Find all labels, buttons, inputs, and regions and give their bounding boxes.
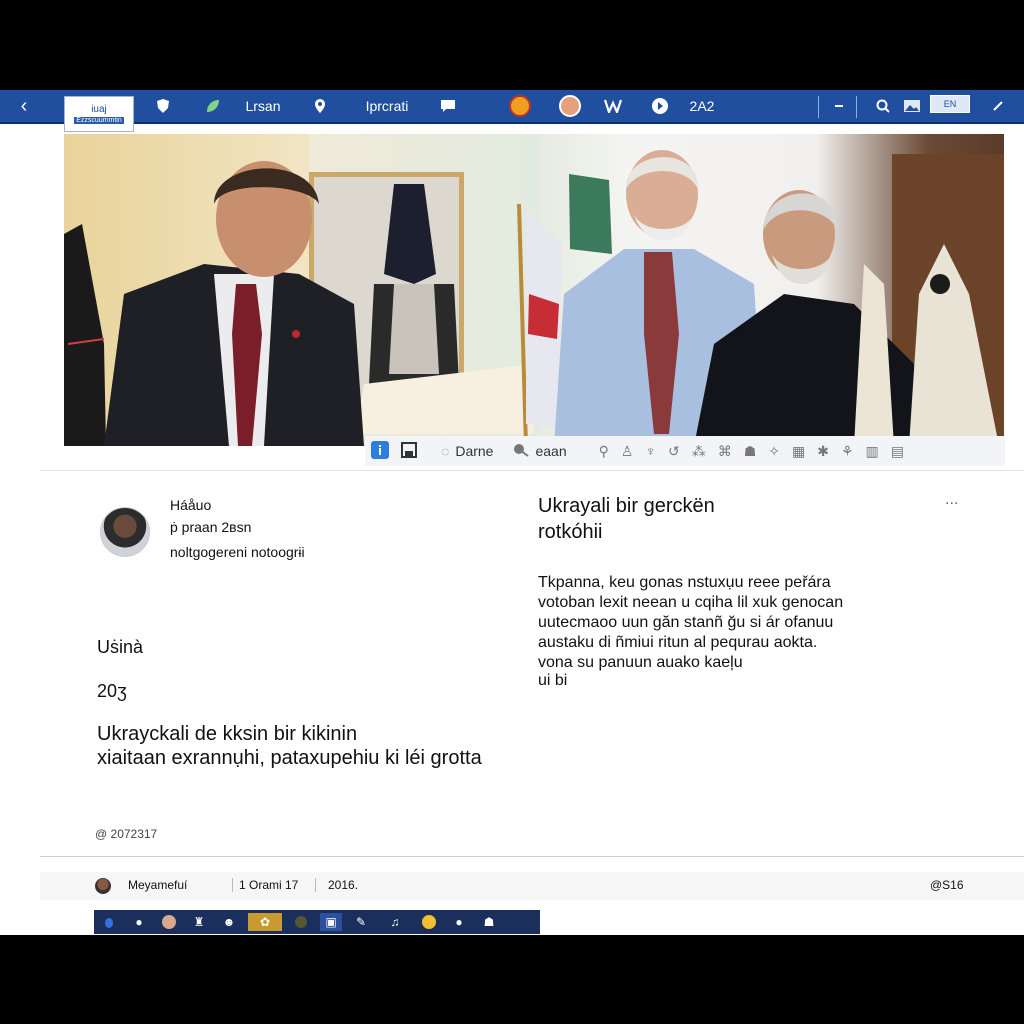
logo-subtext: Ezzscuummtin bbox=[74, 117, 124, 124]
notification-counter[interactable]: 2A2 bbox=[682, 90, 722, 122]
body-line-3: uutecmaoo uun găn stanñ ğu si ár ofanuu bbox=[538, 614, 834, 631]
caption-line-2: xiaitaan exrannụhi, pataxupehiu ki léi g… bbox=[97, 747, 482, 769]
leaf-icon[interactable] bbox=[202, 90, 224, 122]
top-toolbar: ‹ iuaj Ezzscuummtin Lrsan Iprcrati 2A2 E… bbox=[0, 90, 1024, 132]
nav-link-2[interactable]: Iprcrati bbox=[358, 90, 416, 122]
photo-action-bar: ◌ Darne eaan ⚲ ♙ ♆ ↺ ⁂ ⌘ ☗ ✧ ▦ ✱ ⚘ ▥ ▤ bbox=[365, 436, 1005, 466]
lamp-icon[interactable]: ⚘ bbox=[841, 443, 854, 460]
photo-scene bbox=[64, 150, 999, 446]
flower-icon[interactable]: ✿ bbox=[248, 913, 282, 931]
face-icon[interactable]: ☻ bbox=[218, 913, 240, 931]
headline-line-1: Ukrayali bir gerckën bbox=[538, 495, 715, 517]
robot-icon[interactable]: ☗ bbox=[478, 913, 500, 931]
body-line-2: votoban lexit neean u cqiha lil xuk geno… bbox=[538, 594, 844, 611]
shield-icon[interactable] bbox=[152, 90, 174, 122]
back-button[interactable]: ‹ bbox=[12, 90, 36, 122]
author-subtitle: noltgogereni notoogrɨi bbox=[170, 544, 305, 560]
music-icon[interactable]: ♫ bbox=[380, 913, 410, 931]
author-meta: ṗ praan 2ʙsn bbox=[170, 519, 252, 535]
corner-icon[interactable] bbox=[986, 90, 1010, 122]
toolbar-divider bbox=[818, 96, 819, 118]
app-screen: ‹ iuaj Ezzscuummtin Lrsan Iprcrati 2A2 E… bbox=[0, 90, 1024, 935]
gallery-icon[interactable] bbox=[900, 90, 924, 122]
info-icon[interactable] bbox=[371, 440, 389, 462]
nav-link-1[interactable]: Lrsan bbox=[240, 90, 286, 122]
post-panel: Háåuo ṗ praan 2ʙsn noltgogereni notoogrɨ… bbox=[40, 470, 1024, 856]
footer-date: 2016. bbox=[315, 878, 358, 892]
site-logo[interactable]: iuaj Ezzscuummtin bbox=[64, 96, 134, 132]
portrait-icon[interactable] bbox=[290, 913, 312, 931]
chart-icon[interactable]: ▥ bbox=[866, 443, 879, 460]
pen-icon[interactable]: ✎ bbox=[350, 913, 372, 931]
body-line-5: vona su panuun auako kaeļu bbox=[538, 654, 743, 671]
section-label: Uṡinà bbox=[97, 637, 144, 657]
bookmark-icon[interactable] bbox=[600, 90, 626, 122]
media-icon[interactable] bbox=[648, 90, 672, 122]
drop-icon[interactable] bbox=[98, 913, 120, 931]
headline-line-2: rotkóhii bbox=[538, 521, 603, 543]
news-photo[interactable] bbox=[64, 134, 1004, 446]
author-name[interactable]: Háåuo bbox=[170, 497, 211, 513]
window-icon[interactable]: ▣ bbox=[320, 913, 342, 931]
pattern-icon[interactable]: ⁂ bbox=[692, 443, 706, 460]
emblem-icon[interactable] bbox=[508, 90, 532, 122]
search-icon[interactable] bbox=[513, 443, 530, 460]
footer-code: @S16 bbox=[930, 878, 964, 892]
star-icon[interactable]: ✱ bbox=[817, 443, 829, 460]
photo-tag-2[interactable]: eaan bbox=[535, 443, 566, 459]
app-taskbar: ● ♜ ☻ ✿ ▣ ✎ ♫ ● ☗ bbox=[94, 910, 540, 934]
photo-icon[interactable] bbox=[158, 913, 180, 931]
pin-icon[interactable]: ♙ bbox=[621, 443, 634, 460]
toolbar-divider bbox=[856, 96, 857, 118]
footer-user[interactable]: Meyamefuí bbox=[128, 878, 187, 892]
minus-icon[interactable] bbox=[830, 90, 848, 122]
layout-icon[interactable]: ▤ bbox=[891, 443, 904, 460]
commenter-avatar[interactable] bbox=[95, 878, 111, 894]
profile-badge-icon[interactable] bbox=[558, 90, 582, 122]
body-line-1: Tkpanna, keu gonas nstuxụu reee peřára bbox=[538, 574, 831, 591]
tag-icon[interactable]: ⌘ bbox=[718, 443, 732, 460]
building-icon[interactable]: ☗ bbox=[744, 443, 757, 460]
content-divider bbox=[40, 856, 1024, 857]
grid-icon[interactable]: ▦ bbox=[792, 443, 805, 460]
post-footer: Meyamefuí 1 Orami 17 2016. @S16 bbox=[40, 872, 1024, 900]
body-line-4: austaku di ñmiui ritun al pequrau aokta. bbox=[538, 634, 818, 651]
location-icon[interactable] bbox=[310, 90, 330, 122]
chat-icon[interactable] bbox=[437, 90, 459, 122]
author-avatar[interactable] bbox=[100, 507, 150, 557]
sparkle-icon[interactable]: ✧ bbox=[768, 443, 780, 460]
copyright: @ 2072317 bbox=[95, 827, 158, 841]
cup-icon[interactable]: ♆ bbox=[645, 443, 656, 459]
glass-icon[interactable]: ⚲ bbox=[599, 443, 609, 460]
refresh-icon[interactable]: ↺ bbox=[668, 443, 680, 460]
chat-bubble-icon[interactable]: ● bbox=[448, 913, 470, 931]
footer-views: 1 Orami 17 bbox=[232, 878, 298, 892]
photo-tag-1[interactable]: Darne bbox=[455, 443, 493, 459]
post-year: 20ʒ bbox=[97, 681, 127, 701]
language-button[interactable]: EN bbox=[930, 95, 970, 113]
location-pin-icon[interactable]: ◌ bbox=[441, 443, 449, 459]
search-icon[interactable] bbox=[872, 90, 894, 122]
coin-icon[interactable] bbox=[418, 913, 440, 931]
more-options-button[interactable]: ... bbox=[945, 491, 958, 509]
user-icon[interactable]: ● bbox=[128, 913, 150, 931]
save-icon[interactable] bbox=[401, 441, 417, 461]
figure-icon[interactable]: ♜ bbox=[188, 913, 210, 931]
caption-line-1: Ukrayckali de kksin bir kikinin bbox=[97, 723, 358, 745]
logo-text: iuaj bbox=[91, 104, 107, 115]
body-line-6: ui bi bbox=[538, 672, 568, 689]
